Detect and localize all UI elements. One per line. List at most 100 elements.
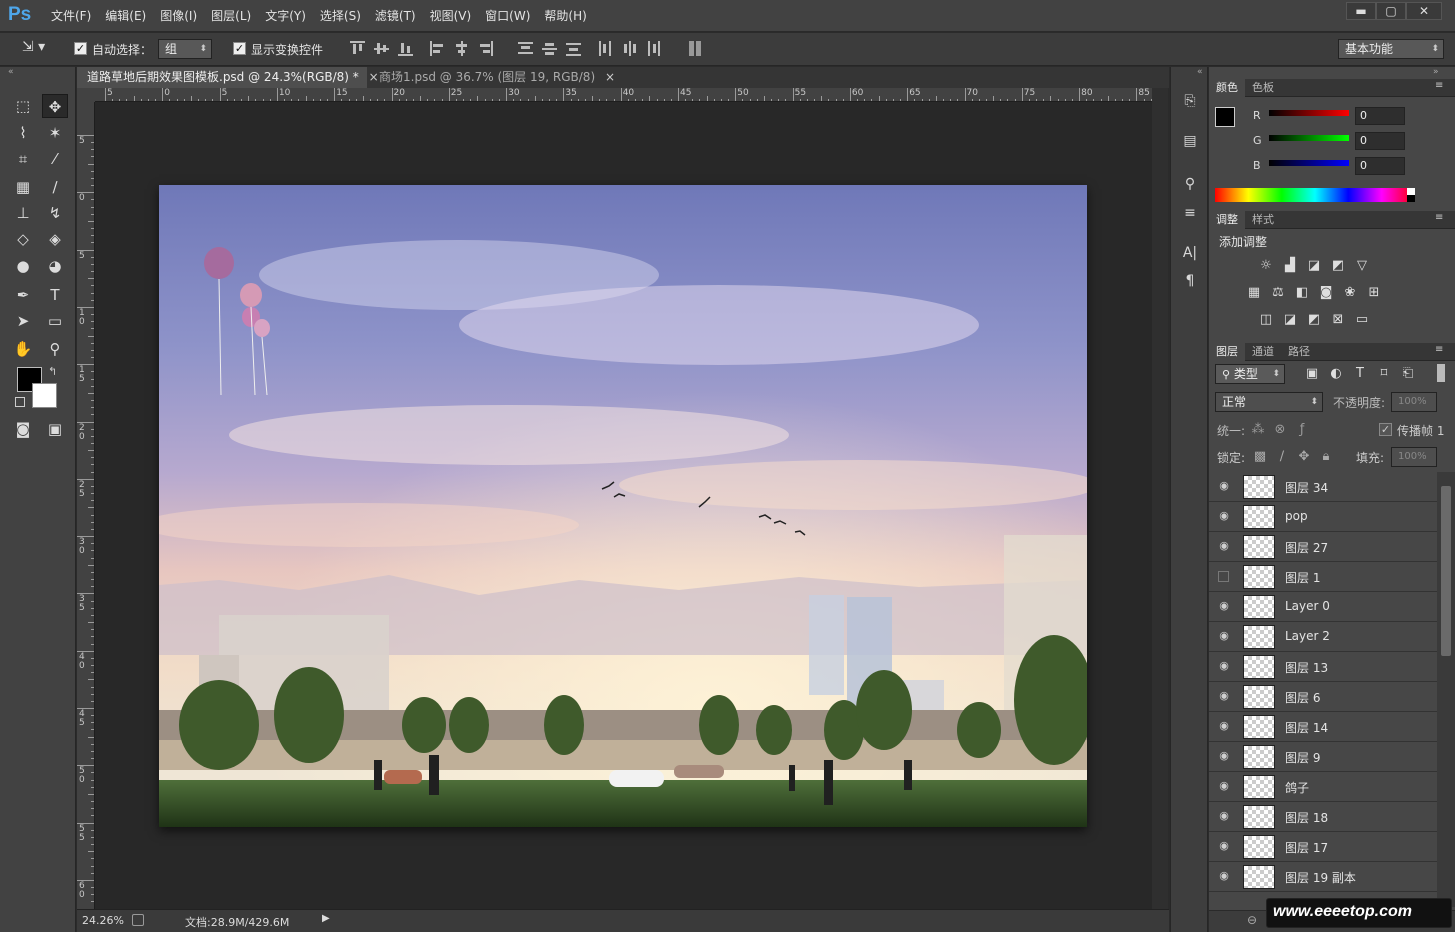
unify-position-icon[interactable]: ⁂	[1249, 422, 1267, 438]
align-right-icon[interactable]	[478, 41, 493, 56]
layer-row[interactable]: ◉ 图层 9	[1209, 742, 1437, 772]
background-color-swatch[interactable]	[32, 383, 57, 408]
layers-scroll-thumb[interactable]	[1441, 486, 1451, 656]
tab-adjustments[interactable]: 调整	[1209, 211, 1245, 229]
brush-presets-icon[interactable]: ≡	[1179, 202, 1201, 224]
eye-visibility-icon[interactable]: ◉	[1217, 689, 1231, 703]
propagate-frame-checkbox[interactable]: ✓	[1379, 423, 1392, 436]
panel-menu-icon[interactable]: ≡	[1435, 80, 1443, 91]
lock-position-icon[interactable]: ✥	[1295, 449, 1313, 465]
green-value-input[interactable]: 0	[1355, 132, 1405, 150]
document-vertical-scrollbar[interactable]	[1152, 88, 1168, 909]
paint-bucket-tool-icon[interactable]: ◈	[42, 227, 68, 251]
hue-saturation-icon[interactable]: ▦	[1245, 285, 1263, 301]
eye-visibility-icon[interactable]: ◉	[1217, 779, 1231, 793]
layer-filter-dropdown[interactable]: ⚲ 类型 ⬍	[1215, 364, 1285, 384]
marquee-tool-icon[interactable]: ⬚	[10, 94, 36, 118]
eye-visibility-icon[interactable]: ◉	[1217, 629, 1231, 643]
auto-align-layers-icon[interactable]	[688, 41, 703, 56]
align-bottom-icon[interactable]	[398, 41, 413, 56]
eye-visibility-icon[interactable]: ◉	[1217, 839, 1231, 853]
filter-type-icon[interactable]: T	[1351, 366, 1369, 382]
layer-name[interactable]: 图层 13	[1285, 659, 1328, 676]
auto-select-checkbox[interactable]: ✓	[74, 42, 87, 55]
align-vcenter-icon[interactable]	[374, 41, 389, 56]
layer-name[interactable]: 鸽子	[1285, 779, 1309, 796]
tab-swatches[interactable]: 色板	[1245, 79, 1281, 97]
filter-pixel-icon[interactable]: ▣	[1303, 366, 1321, 382]
brush-tool-icon[interactable]: ∕	[42, 175, 68, 199]
color-balance-icon[interactable]: ⚖	[1269, 285, 1287, 301]
align-left-icon[interactable]	[430, 41, 445, 56]
align-hcenter-icon[interactable]	[454, 41, 469, 56]
swap-colors-icon[interactable]: ↰	[48, 365, 57, 378]
workspace-dropdown[interactable]: 基本功能 ⬍	[1338, 39, 1444, 59]
status-info-icon[interactable]	[132, 914, 144, 926]
eraser-tool-icon[interactable]: ◇	[10, 227, 36, 251]
blue-slider[interactable]	[1269, 160, 1349, 166]
levels-icon[interactable]: ▟	[1281, 258, 1299, 274]
paragraph-panel-icon[interactable]: ¶	[1179, 270, 1201, 292]
eye-visibility-icon[interactable]: ◉	[1217, 869, 1231, 883]
layer-row[interactable]: 图层 1	[1209, 562, 1437, 592]
layer-name[interactable]: 图层 17	[1285, 839, 1328, 856]
fill-input[interactable]: 100%	[1391, 447, 1437, 467]
maximize-button[interactable]: ▢	[1376, 2, 1406, 20]
document-image[interactable]	[159, 185, 1087, 827]
history-panel-icon[interactable]: ⎘	[1179, 90, 1201, 112]
path-selection-tool-icon[interactable]: ➤	[10, 309, 36, 333]
default-colors-icon[interactable]	[15, 397, 25, 407]
status-menu-arrow-icon[interactable]: ▶	[322, 913, 330, 924]
tab-document-1[interactable]: 道路草地后期效果图模板.psd @ 24.3%(RGB/8) * ×	[77, 67, 379, 88]
layer-name[interactable]: 图层 14	[1285, 719, 1328, 736]
eye-visibility-icon[interactable]: ◉	[1217, 809, 1231, 823]
layer-row[interactable]: ◉ 图层 17	[1209, 832, 1437, 862]
screen-mode-icon[interactable]: ▣	[42, 417, 68, 441]
crop-tool-icon[interactable]: ⌗	[10, 147, 36, 171]
zoom-tool-icon[interactable]: ⚲	[42, 337, 68, 361]
link-layers-icon[interactable]: ⊖	[1247, 913, 1257, 927]
show-transform-checkbox[interactable]: ✓	[233, 42, 246, 55]
horizontal-ruler[interactable]: 5 0 5 10 15 20 25 30 35 40 45 50 55 60 65 70 75 80 85	[95, 88, 1152, 102]
align-top-icon[interactable]	[350, 41, 365, 56]
close-tab-icon[interactable]: ×	[605, 70, 615, 84]
collapse-panel-arrows-icon[interactable]: »	[1433, 67, 1439, 77]
eye-visibility-icon[interactable]: ◉	[1217, 659, 1231, 673]
invert-icon[interactable]: ◫	[1257, 312, 1275, 328]
menu-filter[interactable]: 滤镜(T)	[368, 0, 423, 32]
menu-select[interactable]: 选择(S)	[313, 0, 368, 32]
layer-row[interactable]: ◉ 图层 27	[1209, 532, 1437, 562]
eyedropper-tool-icon[interactable]: ⁄	[42, 147, 68, 171]
tab-styles[interactable]: 样式	[1245, 211, 1281, 229]
channel-mixer-icon[interactable]: ❀	[1341, 285, 1359, 301]
layer-row[interactable]: ◉ 图层 14	[1209, 712, 1437, 742]
layer-name[interactable]: 图层 27	[1285, 539, 1328, 556]
layer-row[interactable]: ◉ 图层 34	[1209, 472, 1437, 502]
lock-transparent-icon[interactable]: ▩	[1251, 449, 1269, 465]
lock-pixels-icon[interactable]: ∕	[1273, 449, 1291, 465]
minimize-button[interactable]: ▬	[1346, 2, 1376, 20]
layer-row[interactable]: ◉ 图层 6	[1209, 682, 1437, 712]
distribute-right-icon[interactable]	[646, 41, 661, 56]
brightness-contrast-icon[interactable]: ☼	[1257, 258, 1275, 274]
spectrum-black-chip[interactable]	[1407, 195, 1415, 202]
unify-style-icon[interactable]: ƒ	[1293, 422, 1311, 438]
exposure-icon[interactable]: ◩	[1329, 258, 1347, 274]
blur-tool-icon[interactable]: ●	[10, 254, 36, 278]
brush-panel-icon[interactable]: ⚲	[1179, 173, 1201, 195]
layer-row[interactable]: ◉ 图层 19 副本	[1209, 862, 1437, 892]
expand-arrows-icon[interactable]: «	[1197, 67, 1203, 77]
layer-name[interactable]: pop	[1285, 509, 1308, 523]
magic-wand-tool-icon[interactable]: ✶	[42, 121, 68, 145]
collapse-arrows-icon[interactable]: «	[8, 67, 14, 77]
healing-brush-tool-icon[interactable]: ▦	[10, 175, 36, 199]
eye-visibility-icon[interactable]: ◉	[1217, 749, 1231, 763]
layer-name[interactable]: 图层 34	[1285, 479, 1328, 496]
panel-menu-icon[interactable]: ≡	[1435, 344, 1443, 355]
unify-visibility-icon[interactable]: ⊗	[1271, 422, 1289, 438]
panel-menu-icon[interactable]: ≡	[1435, 212, 1443, 223]
hand-tool-icon[interactable]: ✋	[10, 337, 36, 361]
layer-name[interactable]: 图层 6	[1285, 689, 1320, 706]
tab-channels[interactable]: 通道	[1245, 343, 1281, 361]
eye-visibility-icon[interactable]: ◉	[1217, 509, 1231, 523]
